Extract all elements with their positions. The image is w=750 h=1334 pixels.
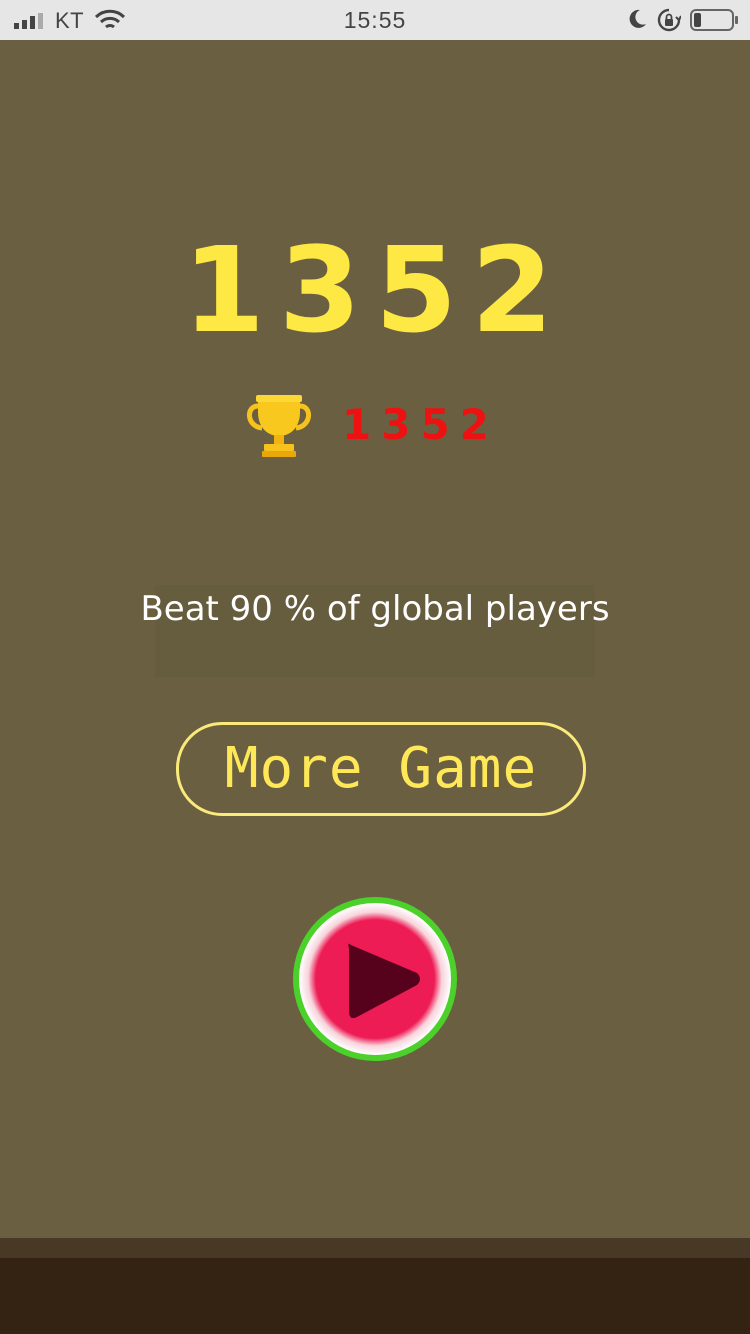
play-button[interactable] — [289, 893, 461, 1065]
trophy-icon — [247, 395, 311, 457]
global-rank-text: Beat 90 % of global players — [140, 589, 610, 629]
ground — [0, 1258, 750, 1334]
rotation-lock-icon — [657, 8, 681, 32]
current-score: 1352 — [182, 221, 568, 359]
best-score-row: 1352 — [240, 390, 510, 462]
status-bar: KT 15:55 — [0, 0, 750, 40]
best-score: 1352 — [342, 400, 499, 449]
more-game-label: More Game — [224, 736, 538, 801]
battery-icon — [690, 9, 738, 31]
ground-edge — [0, 1238, 750, 1258]
more-game-button[interactable]: More Game — [176, 722, 586, 816]
moon-icon — [629, 9, 646, 28]
